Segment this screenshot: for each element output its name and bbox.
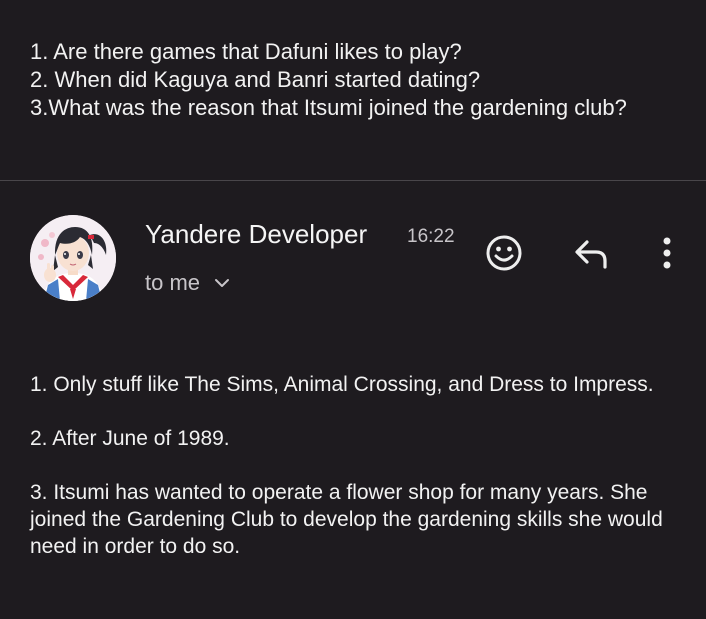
recipient-details-toggle[interactable]: to me (145, 268, 230, 298)
message-divider (0, 180, 706, 181)
previous-message-line: 1. Are there games that Dafuni likes to … (30, 39, 462, 64)
quoted-previous-message: 1. Are there games that Dafuni likes to … (30, 38, 680, 122)
chevron-down-icon (215, 279, 230, 287)
reply-arrow-icon (575, 240, 607, 269)
more-vertical-icon (663, 237, 671, 269)
sender-avatar[interactable] (30, 215, 116, 301)
previous-message-line: 2. When did Kaguya and Banri started dat… (30, 67, 481, 92)
sender-name[interactable]: Yandere Developer (145, 218, 367, 250)
message-paragraph: 2. After June of 1989. (30, 427, 230, 450)
reply-button[interactable] (568, 230, 614, 276)
anime-girl-avatar (30, 215, 116, 301)
recipient-label: to me (145, 270, 201, 295)
more-options-button[interactable] (644, 230, 690, 276)
previous-message-line: 3.What was the reason that Itsumi joined… (30, 95, 627, 120)
message-body: 1. Only stuff like The Sims, Animal Cros… (30, 371, 690, 560)
message-time: 16:22 (407, 226, 455, 247)
emoji-smile-icon (486, 235, 522, 271)
add-reaction-button[interactable] (481, 230, 527, 276)
message-paragraph: 3. Itsumi has wanted to operate a flower… (30, 481, 663, 558)
email-thread-view: 1. Are there games that Dafuni likes to … (0, 0, 706, 619)
message-paragraph: 1. Only stuff like The Sims, Animal Cros… (30, 373, 654, 396)
